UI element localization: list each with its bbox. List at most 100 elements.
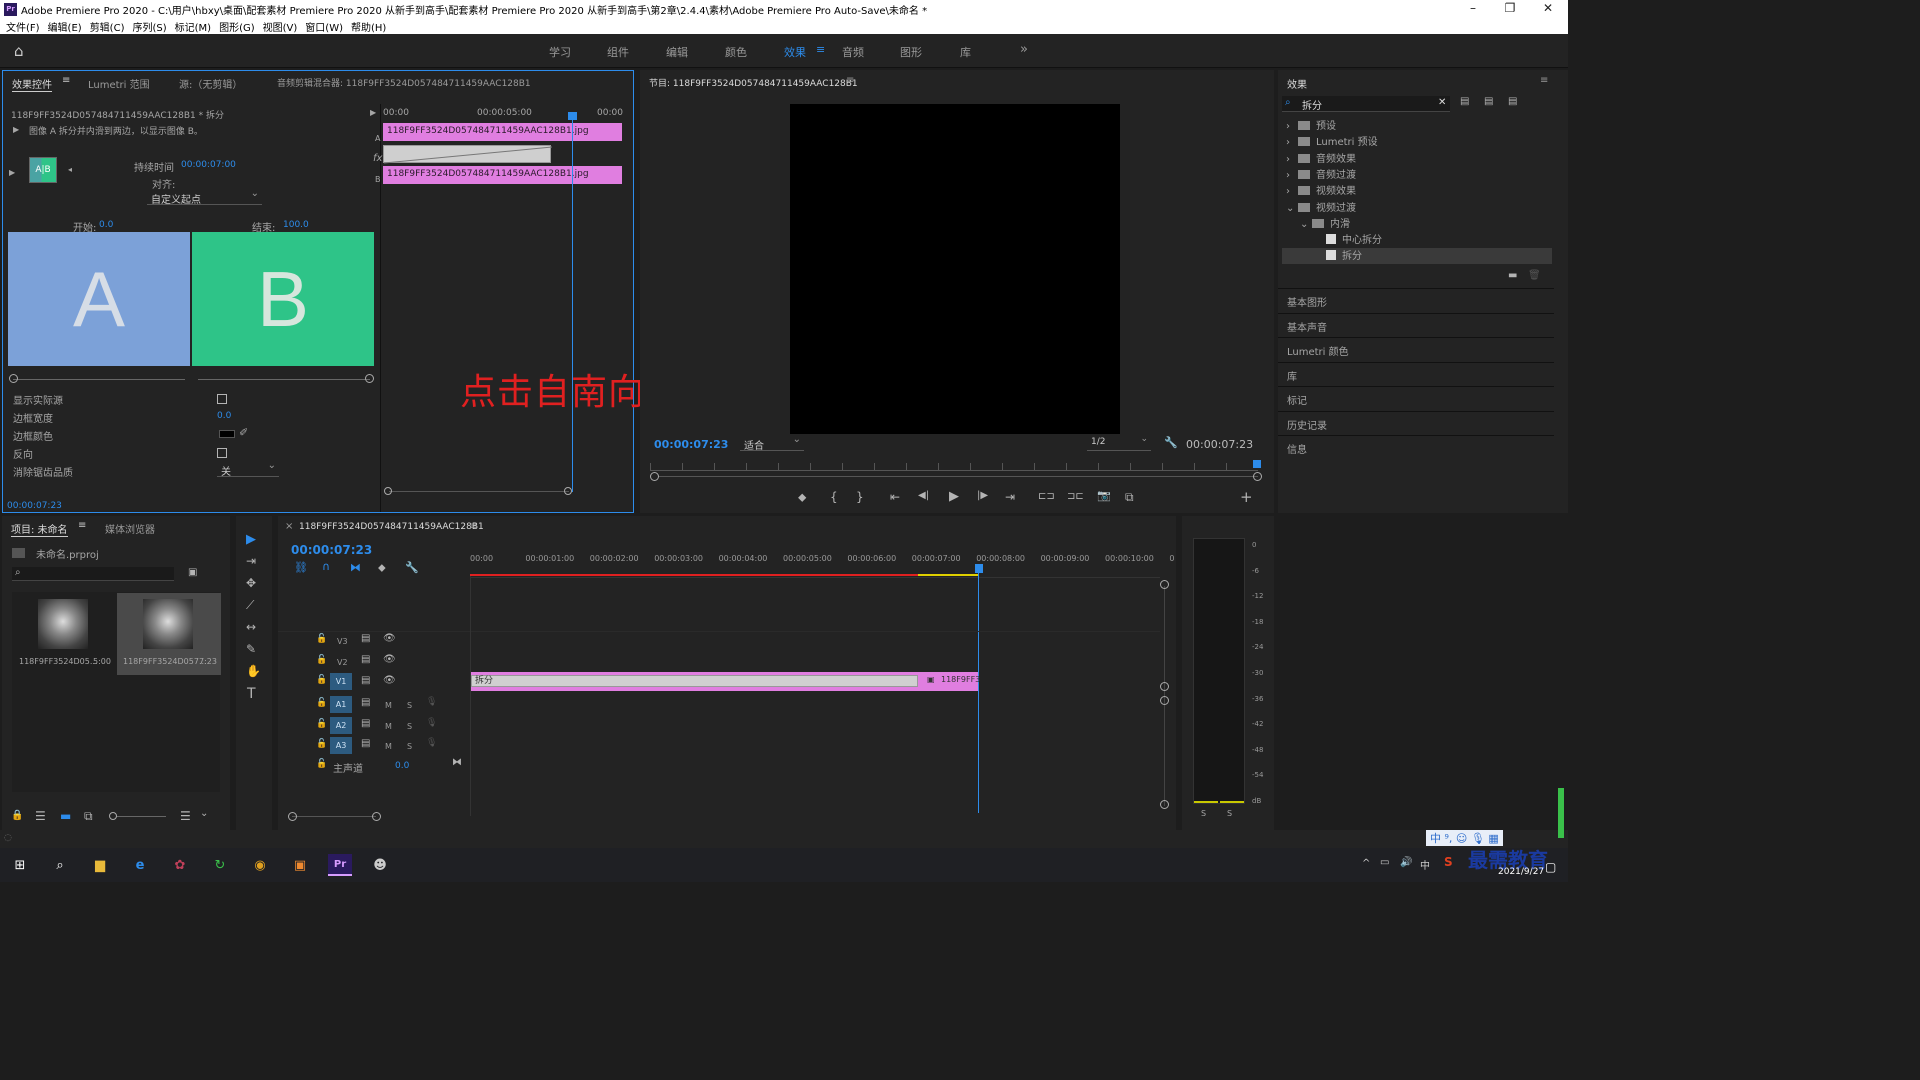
- panel-section[interactable]: 基本声音: [1278, 312, 1554, 336]
- a2-mute[interactable]: M: [385, 722, 392, 731]
- direction-left-icon[interactable]: ◂: [68, 165, 72, 174]
- slip-tool-icon[interactable]: ↔: [246, 620, 256, 634]
- add-marker-icon[interactable]: ⬥: [798, 490, 806, 505]
- program-zoom-end[interactable]: [1253, 472, 1262, 481]
- export-frame-icon[interactable]: 📷: [1097, 489, 1111, 502]
- play-icon[interactable]: ▶: [949, 489, 959, 504]
- effects-search-box[interactable]: ⌕ 拆分 ✕: [1282, 96, 1450, 112]
- expand-arrow-icon[interactable]: ▶: [370, 108, 376, 117]
- end-slider-handle[interactable]: [365, 374, 374, 383]
- a3-mute[interactable]: M: [385, 742, 392, 751]
- panel-section[interactable]: 库: [1278, 361, 1554, 385]
- volume-icon[interactable]: 🔊: [1400, 857, 1412, 868]
- menu-markers[interactable]: 标记(M): [175, 19, 211, 34]
- sync-app-icon[interactable]: ↻: [208, 854, 232, 876]
- a3-sync-icon[interactable]: ▤: [361, 738, 370, 749]
- nest-icon[interactable]: ⛓: [294, 561, 308, 574]
- button-editor-add-icon[interactable]: +: [1240, 488, 1253, 506]
- show-actual-source-checkbox[interactable]: [217, 394, 227, 404]
- hand-tool-icon[interactable]: ✋: [246, 664, 261, 678]
- program-playhead[interactable]: [1253, 460, 1261, 468]
- a3-lock-icon[interactable]: 🔓: [316, 739, 327, 749]
- start-slider[interactable]: [13, 379, 185, 380]
- alignment-dropdown[interactable]: 自定义起点: [147, 188, 262, 206]
- zoom-slider-handle[interactable]: [109, 812, 117, 820]
- v2-label[interactable]: V2: [337, 658, 348, 667]
- effects-tree-item[interactable]: 拆分: [1314, 247, 1362, 262]
- tree-arrow-icon[interactable]: ⌄: [1286, 203, 1298, 214]
- a2-solo[interactable]: S: [407, 722, 412, 731]
- a3-target[interactable]: A3: [330, 737, 352, 754]
- v2-eye-icon[interactable]: 👁: [383, 654, 396, 665]
- tree-arrow-icon[interactable]: ›: [1286, 154, 1298, 165]
- effects-tree-item[interactable]: › 视频效果: [1286, 182, 1356, 197]
- effects-panel-title[interactable]: 效果: [1287, 76, 1307, 91]
- menu-clip[interactable]: 剪辑(C): [90, 19, 125, 34]
- sequence-menu-icon[interactable]: ≡: [469, 521, 477, 532]
- program-timecode-left[interactable]: 00:00:07:23: [654, 438, 728, 451]
- tree-arrow-icon[interactable]: ›: [1286, 186, 1298, 197]
- program-zoom-bar[interactable]: [658, 476, 1258, 477]
- clear-search-icon[interactable]: ✕: [1438, 97, 1446, 108]
- eyedropper-icon[interactable]: ✐: [239, 426, 248, 439]
- meter-solo-right[interactable]: S: [1227, 809, 1232, 818]
- effects-search-input[interactable]: 拆分: [1302, 97, 1322, 112]
- accelerated-effects-icon[interactable]: ▤: [1460, 96, 1469, 107]
- mini-zoom-end-handle[interactable]: [564, 487, 572, 495]
- extract-icon[interactable]: ⊐⊏: [1067, 491, 1084, 502]
- workspace-assembly[interactable]: 组件: [607, 44, 629, 60]
- list-view-icon[interactable]: ☰: [35, 809, 46, 823]
- border-color-swatch[interactable]: [219, 430, 235, 438]
- v2-lock-icon[interactable]: 🔓: [316, 655, 327, 665]
- panel-section[interactable]: 信息: [1278, 435, 1554, 458]
- effects-tree-item[interactable]: ⌄ 内滑: [1300, 215, 1350, 230]
- mini-zoom-bar[interactable]: [389, 491, 569, 492]
- a3-solo[interactable]: S: [407, 742, 412, 751]
- tab-effect-controls[interactable]: 效果控件: [12, 76, 52, 92]
- workspace-libraries[interactable]: 库: [960, 44, 971, 60]
- transition-bar[interactable]: [383, 145, 553, 164]
- panel-section[interactable]: 标记: [1278, 386, 1554, 409]
- effects-tree-item[interactable]: › 音频效果: [1286, 150, 1356, 165]
- master-end-icon[interactable]: ⧓: [452, 757, 462, 768]
- v3-label[interactable]: V3: [337, 637, 348, 646]
- delete-icon[interactable]: 🗑: [1528, 270, 1541, 281]
- workspace-audio[interactable]: 音频: [842, 44, 864, 60]
- 32bit-effects-icon[interactable]: ▤: [1484, 96, 1493, 107]
- timeline-settings-icon[interactable]: 🔧: [405, 561, 419, 574]
- effects-menu-icon[interactable]: ≡: [1540, 75, 1548, 86]
- effects-tree-item[interactable]: › Lumetri 预设: [1286, 133, 1378, 148]
- restore-button[interactable]: ❐: [1490, 0, 1530, 18]
- menu-view[interactable]: 视图(V): [263, 19, 298, 34]
- vscroll-mid-1[interactable]: [1160, 682, 1169, 691]
- menu-edit[interactable]: 编辑(E): [48, 19, 82, 34]
- tab-project[interactable]: 项目: 未命名: [11, 521, 68, 537]
- close-button[interactable]: ✕: [1528, 0, 1568, 18]
- timeline-timecode[interactable]: 00:00:07:23: [291, 543, 372, 557]
- effects-tree-item[interactable]: › 音频过渡: [1286, 166, 1356, 181]
- start-value[interactable]: 0.0: [99, 220, 113, 230]
- end-value[interactable]: 100.0: [283, 220, 309, 230]
- icon-view-icon[interactable]: ▬: [60, 809, 71, 823]
- sogou-ime-icon[interactable]: S: [1444, 855, 1453, 869]
- workspace-graphics[interactable]: 图形: [900, 44, 922, 60]
- razor-tool-icon[interactable]: ⟋: [246, 598, 254, 613]
- step-forward-icon[interactable]: |▶: [977, 490, 988, 501]
- a1-mute[interactable]: M: [385, 701, 392, 710]
- effects-tree-item[interactable]: 中心拆分: [1314, 231, 1382, 246]
- play-preview-icon[interactable]: ▶: [9, 168, 15, 177]
- user-app-icon[interactable]: ☻: [368, 854, 392, 876]
- vscroll-bottom[interactable]: [1160, 800, 1169, 809]
- pen-tool-icon[interactable]: ✎: [246, 642, 256, 656]
- v1-target[interactable]: V1: [330, 673, 352, 690]
- workspace-learn[interactable]: 学习: [549, 44, 571, 60]
- a1-target[interactable]: A1: [330, 696, 352, 713]
- windows-start-icon[interactable]: ⊞: [8, 854, 32, 876]
- freeform-view-icon[interactable]: ⧉: [84, 809, 93, 824]
- track-select-tool-icon[interactable]: ⇥: [246, 554, 256, 568]
- program-ruler[interactable]: [650, 463, 1258, 471]
- lift-icon[interactable]: ⊏⊐: [1038, 491, 1055, 502]
- tab-source[interactable]: 源:（无剪辑）: [179, 76, 242, 91]
- notifications-icon[interactable]: ▢: [1545, 860, 1556, 874]
- v3-lock-icon[interactable]: 🔓: [316, 634, 327, 644]
